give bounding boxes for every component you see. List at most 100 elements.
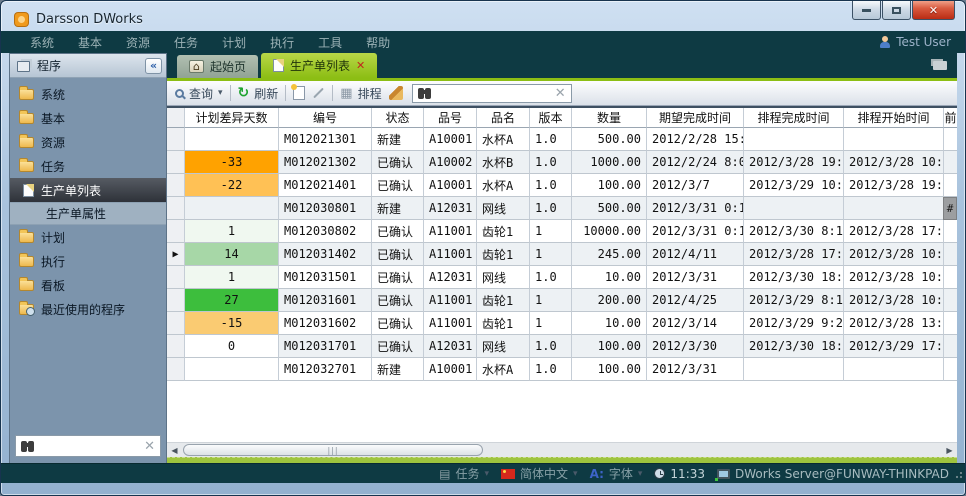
menu-item[interactable]: 执行	[261, 34, 303, 51]
menu-item[interactable]: 工具	[309, 34, 351, 51]
table-row[interactable]: ▶14M012031402已确认A11001齿轮11245.002012/4/1…	[167, 243, 957, 266]
task-label: 任务	[455, 465, 479, 482]
tab-list-icon[interactable]	[933, 61, 947, 70]
sidebar-search-box: ✕	[15, 435, 161, 457]
menu-item[interactable]: 计划	[213, 34, 255, 51]
table-cell: M012031601	[279, 289, 372, 312]
table-cell	[944, 128, 957, 151]
plan-diff-cell: -33	[185, 151, 279, 174]
refresh-button[interactable]: ↻ 刷新	[238, 85, 279, 102]
table-cell: M012021301	[279, 128, 372, 151]
table-cell: 2012/3/28 19:10	[844, 174, 944, 197]
sidebar-item[interactable]: 生产单属性	[10, 202, 166, 225]
schedule-button[interactable]: ▦ 排程	[340, 85, 381, 102]
column-header[interactable]: 数量	[572, 108, 647, 128]
sidebar-item[interactable]: 看板	[10, 273, 166, 297]
table-row[interactable]: 0M012031701已确认A12031网线1.0100.002012/3/30…	[167, 335, 957, 358]
broom-icon[interactable]	[389, 86, 403, 100]
column-header[interactable]: 品名	[477, 108, 530, 128]
table-cell: 2012/3/29 8:15	[744, 289, 844, 312]
resize-grip[interactable]	[954, 472, 962, 480]
column-header[interactable]: 前	[944, 108, 957, 128]
column-header[interactable]: 排程完成时间	[744, 108, 844, 128]
table-row[interactable]: 1M012030802已确认A11001齿轮1110000.002012/3/3…	[167, 220, 957, 243]
table-cell: 500.00	[572, 128, 647, 151]
task-menu[interactable]: ▤ 任务 ▾	[439, 465, 489, 482]
sidebar-item[interactable]: 资源	[10, 130, 166, 154]
table-cell: 100.00	[572, 358, 647, 381]
table-row[interactable]: M012021301新建A10001水杯A1.0500.002012/2/28 …	[167, 128, 957, 151]
font-icon: A:	[590, 467, 604, 481]
column-header[interactable]: 编号	[279, 108, 372, 128]
sidebar-item[interactable]: 系统	[10, 82, 166, 106]
scrollbar-thumb[interactable]: |||	[183, 444, 483, 456]
sidebar-item[interactable]: 最近使用的程序	[10, 297, 166, 321]
user-badge[interactable]: Test User	[879, 35, 951, 49]
query-button[interactable]: 查询 ▾	[175, 85, 223, 102]
new-document-button[interactable]	[293, 86, 305, 100]
column-header[interactable]: 排程开始时间	[844, 108, 944, 128]
sidebar-item[interactable]: 基本	[10, 106, 166, 130]
chevron-down-icon: ▾	[573, 469, 578, 479]
sidebar-collapse-button[interactable]: «	[145, 58, 162, 74]
toolbar-search-input[interactable]	[430, 86, 555, 100]
menu-item[interactable]: 基本	[69, 34, 111, 51]
page-icon	[23, 184, 34, 197]
sidebar-search-input[interactable]	[33, 439, 144, 453]
toolbar-separator	[332, 85, 333, 101]
column-header[interactable]: 品号	[424, 108, 477, 128]
app-window: Darsson DWorks ✕ 系统基本资源任务计划执行工具帮助 Test U…	[0, 0, 966, 496]
table-cell	[844, 197, 944, 220]
tab[interactable]: 生产单列表✕	[261, 53, 377, 78]
table-row[interactable]: -15M012031602已确认A11001齿轮1110.002012/3/14…	[167, 312, 957, 335]
table-cell: A11001	[424, 220, 477, 243]
maximize-button[interactable]	[882, 1, 911, 20]
table-cell: A10002	[424, 151, 477, 174]
production-order-table: 计划差异天数编号状态品号品名版本数量期望完成时间排程完成时间排程开始时间前 M0…	[167, 106, 957, 442]
calculator-icon: ▦	[340, 87, 352, 100]
column-header[interactable]: 期望完成时间	[647, 108, 744, 128]
china-flag-icon	[501, 469, 515, 479]
home-icon: ⌂	[189, 60, 204, 73]
edit-pencil-button[interactable]	[313, 88, 324, 99]
scroll-left-button[interactable]: ◀	[167, 443, 182, 458]
sidebar-item[interactable]: 任务	[10, 154, 166, 178]
close-button[interactable]: ✕	[912, 1, 955, 20]
column-header[interactable]: 版本	[530, 108, 572, 128]
menu-item[interactable]: 系统	[21, 34, 63, 51]
sidebar-item[interactable]: 生产单列表	[10, 178, 166, 202]
toolbar-search-clear-icon[interactable]: ✕	[555, 86, 566, 101]
sidebar-item[interactable]: 计划	[10, 225, 166, 249]
tab-close-icon[interactable]: ✕	[356, 59, 365, 72]
table-row[interactable]: -33M012021302已确认A10002水杯B1.01000.002012/…	[167, 151, 957, 174]
column-header[interactable]: 计划差异天数	[185, 108, 279, 128]
table-cell: 2012/3/28 10:52	[844, 243, 944, 266]
menu-item[interactable]: 帮助	[357, 34, 399, 51]
tab[interactable]: ⌂起始页	[177, 55, 258, 78]
sidebar-item[interactable]: 执行	[10, 249, 166, 273]
sidebar-search-clear-icon[interactable]: ✕	[144, 439, 155, 454]
table-row[interactable]: 1M012031501已确认A12031网线1.010.002012/3/312…	[167, 266, 957, 289]
recent-folder-icon	[19, 304, 34, 315]
menu-item[interactable]: 任务	[165, 34, 207, 51]
table-cell	[944, 266, 957, 289]
table-cell: 1.0	[530, 174, 572, 197]
table-row[interactable]: 27M012031601已确认A11001齿轮11200.002012/4/25…	[167, 289, 957, 312]
font-menu[interactable]: A: 字体 ▾	[590, 465, 643, 482]
tab-bar: ⌂起始页生产单列表✕	[167, 53, 957, 81]
table-cell: A12031	[424, 266, 477, 289]
minimize-button[interactable]	[852, 1, 881, 20]
table-cell: A10001	[424, 128, 477, 151]
plan-diff-cell	[185, 197, 279, 220]
minimize-icon	[862, 9, 871, 12]
scroll-right-button[interactable]: ▶	[942, 443, 957, 458]
table-row[interactable]: M012032701新建A10001水杯A1.0100.002012/3/31	[167, 358, 957, 381]
table-cell: M012031701	[279, 335, 372, 358]
column-header[interactable]: 状态	[372, 108, 424, 128]
table-row[interactable]: M012030801新建A12031网线1.0500.002012/3/31 0…	[167, 197, 957, 220]
horizontal-scrollbar[interactable]: ◀ ||| ▶	[167, 442, 957, 457]
table-row[interactable]: -22M012021401已确认A10001水杯A1.0100.002012/3…	[167, 174, 957, 197]
table-cell: 10.00	[572, 312, 647, 335]
menu-item[interactable]: 资源	[117, 34, 159, 51]
language-menu[interactable]: 简体中文 ▾	[501, 465, 578, 482]
